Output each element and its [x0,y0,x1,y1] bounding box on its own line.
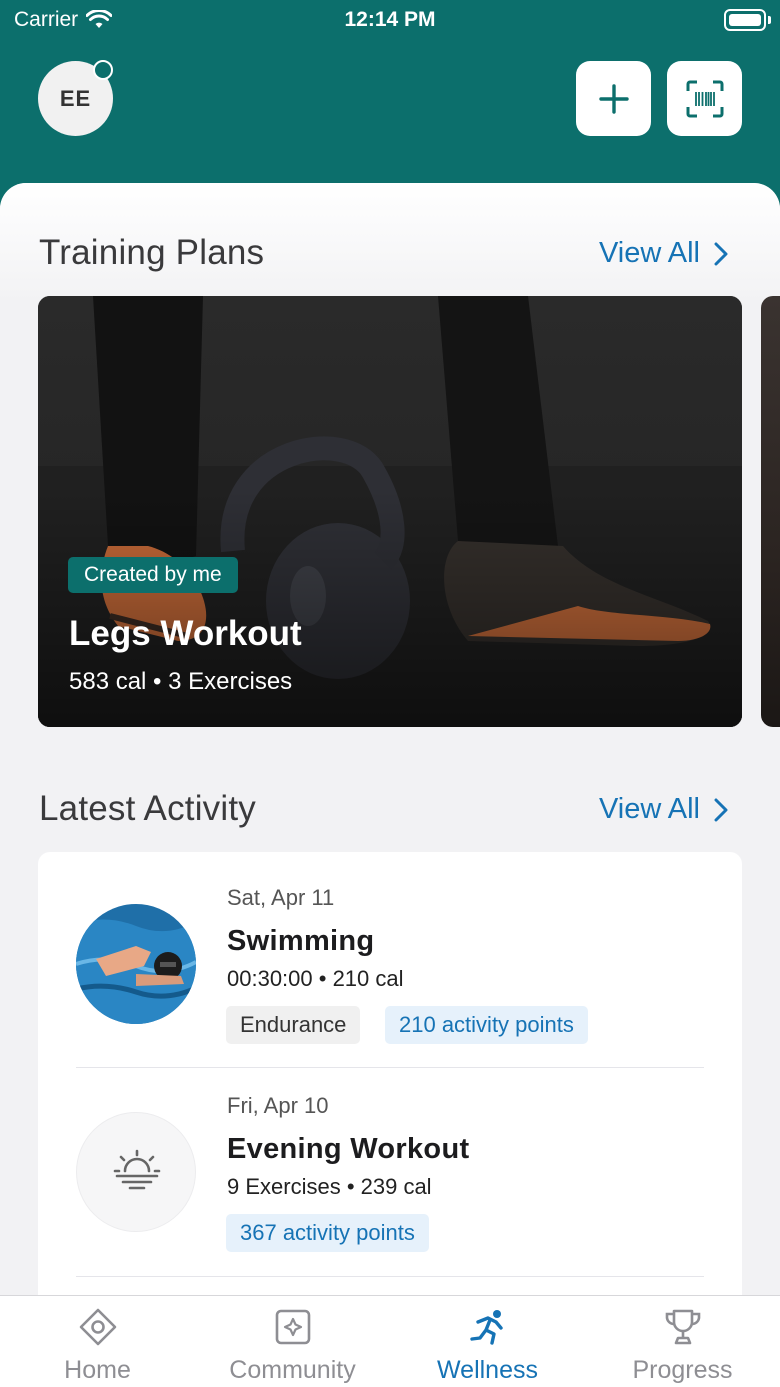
status-time: 12:14 PM [344,8,436,31]
chevron-right-icon [714,242,728,265]
activity-meta: 9 Exercises • 239 cal [227,1174,432,1199]
tab-label: Wellness [437,1356,538,1384]
barcode-scan-icon [686,80,723,117]
training-plan-card[interactable]: Created by me Legs Workout 583 cal • 3 E… [38,296,742,727]
scan-barcode-button[interactable] [667,61,742,136]
trophy-icon [665,1309,700,1345]
tab-progress[interactable]: Progress [585,1296,780,1387]
activity-name: Swimming [227,925,375,957]
endurance-tag: Endurance [226,1006,361,1044]
activity-item-swimming[interactable]: Sat, Apr 11 Swimming 00:30:00 • 210 cal … [38,852,742,1060]
community-icon [275,1309,310,1345]
battery-icon [724,9,766,31]
avatar-status-dot [93,60,113,80]
home-diamond-icon [79,1308,116,1346]
activity-points-tag: 367 activity points [226,1214,429,1252]
tab-label: Home [64,1356,131,1384]
add-button[interactable] [576,61,651,136]
sunset-icon [113,1149,161,1190]
chevron-right-icon [714,798,728,821]
next-plan-card-peek[interactable] [761,296,780,727]
sunset-icon-wrap [76,1112,196,1232]
activity-date: Fri, Apr 10 [227,1093,329,1118]
kettlebell-photo [38,296,742,727]
training-plans-title: Training Plans [39,233,265,272]
activity-name: Evening Workout [227,1133,470,1165]
plus-icon [598,83,629,114]
view-all-label: View All [598,237,700,269]
activity-divider [76,1276,704,1277]
tab-wellness[interactable]: Wellness [390,1296,585,1387]
training-plans-view-all[interactable]: View All [599,237,728,270]
created-by-me-badge: Created by me [68,557,238,593]
activity-date: Sat, Apr 11 [227,885,335,910]
activity-meta: 00:30:00 • 210 cal [227,966,404,991]
status-bar: Carrier 12:14 PM [0,0,780,40]
tab-label: Community [229,1356,356,1384]
activity-item-evening-workout[interactable]: Fri, Apr 10 Evening Workout 9 Exercises … [38,1060,742,1268]
runner-icon [469,1310,503,1345]
tab-home[interactable]: Home [0,1296,195,1387]
tab-bar: Home Community Wellness Progress [0,1295,780,1387]
tab-label: Progress [632,1356,733,1384]
latest-activity-view-all[interactable]: View All [599,793,728,826]
battery-nub [768,16,771,24]
plan-meta: 583 cal • 3 Exercises [69,668,293,695]
activity-list-card: Sat, Apr 11 Swimming 00:30:00 • 210 cal … [38,852,742,1295]
swimmer-photo [76,904,196,1024]
view-all-label: View All [598,793,700,825]
activity-points-tag: 210 activity points [385,1006,588,1044]
tab-community[interactable]: Community [195,1296,390,1387]
content-sheet: Training Plans View All Created by me Le… [0,183,780,1295]
plan-name: Legs Workout [69,614,302,653]
latest-activity-title: Latest Activity [39,789,256,828]
